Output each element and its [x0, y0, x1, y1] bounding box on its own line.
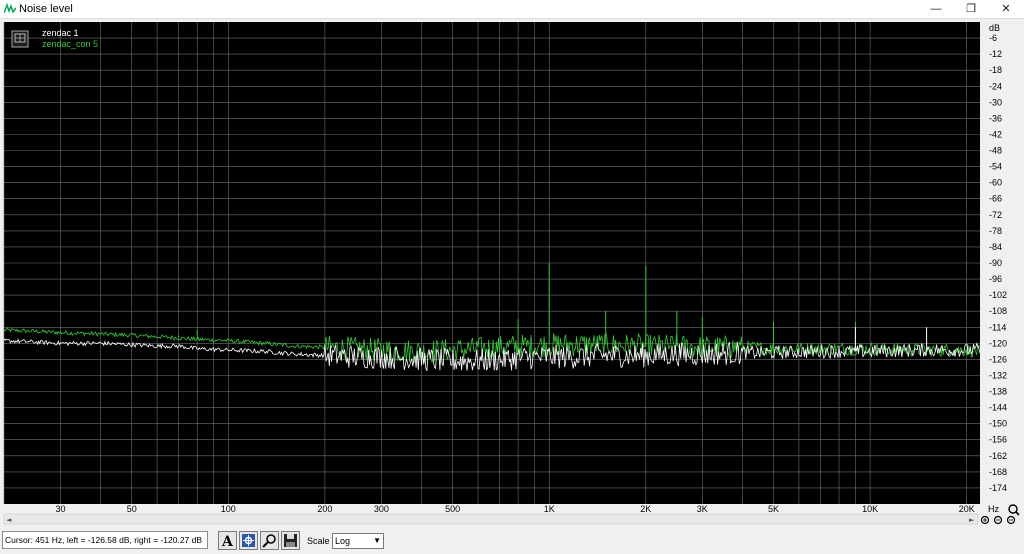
- x-tick-label: 1K: [544, 504, 555, 514]
- y-tick-label: -162: [989, 451, 1007, 461]
- y-tick-label: -102: [989, 290, 1007, 300]
- scale-value: Log: [335, 536, 351, 546]
- noise-spectrum-chart[interactable]: -6 -12 -18 -24 -30 -36 -42 -48 -54 -60 -66 -72 -78 -8…: [0, 19, 1024, 529]
- y-tick-label: -12: [989, 49, 1002, 59]
- y-tick-label: -132: [989, 371, 1007, 381]
- x-unit-label: Hz: [988, 504, 999, 514]
- svg-text:A: A: [221, 534, 234, 549]
- title-bar[interactable]: Noise level — ❐ ✕: [0, 0, 1024, 19]
- legend-entry-left: zendac 1: [42, 28, 79, 38]
- y-tick-label: -150: [989, 419, 1007, 429]
- x-tick-label: 3K: [697, 504, 708, 514]
- y-tick-label: -120: [989, 338, 1007, 348]
- y-tick-label: -114: [989, 322, 1006, 332]
- horizontal-scrollbar[interactable]: ◄ ►: [3, 513, 979, 525]
- minimize-button[interactable]: —: [920, 0, 952, 19]
- chevron-down-icon: ▼: [373, 536, 381, 545]
- x-tick-label: 5K: [768, 504, 779, 514]
- y-tick-label: -24: [989, 81, 1002, 91]
- svg-text:◄: ◄: [6, 516, 12, 524]
- y-tick-label: -72: [989, 210, 1002, 220]
- cursor-readout: Cursor: 451 Hz, left = -126.58 dB, right…: [2, 531, 208, 549]
- y-tick-label: -144: [989, 403, 1007, 413]
- maximize-button[interactable]: ❐: [955, 0, 987, 19]
- y-tick-label: -6: [989, 33, 997, 43]
- font-button[interactable]: A: [218, 531, 237, 550]
- y-tick-label: -66: [989, 194, 1002, 204]
- y-tick-label: -36: [989, 113, 1002, 123]
- y-tick-label: -126: [989, 354, 1007, 364]
- y-tick-label: -84: [989, 242, 1002, 252]
- x-tick-label: 100: [221, 504, 236, 514]
- y-tick-label: -54: [989, 162, 1002, 172]
- x-tick-label: 200: [317, 504, 332, 514]
- y-tick-label: -60: [989, 178, 1002, 188]
- y-tick-label: -48: [989, 146, 1002, 156]
- scale-label: Scale: [307, 536, 330, 546]
- y-tick-label: -78: [989, 226, 1002, 236]
- y-tick-label: -168: [989, 467, 1007, 477]
- settings-icon: [242, 534, 255, 547]
- x-tick-label: 300: [374, 504, 389, 514]
- x-tick-label: 2K: [640, 504, 651, 514]
- status-bar: Cursor: 451 Hz, left = -126.58 dB, right…: [0, 529, 1024, 554]
- svg-text:►: ►: [969, 516, 975, 524]
- save-button[interactable]: [281, 531, 300, 550]
- save-icon: [284, 534, 297, 547]
- x-tick-label: 500: [445, 504, 460, 514]
- y-unit-label: dB: [989, 23, 1000, 33]
- y-tick-label: -18: [989, 65, 1002, 75]
- zoom-button[interactable]: [260, 531, 279, 550]
- y-tick-label: -96: [989, 274, 1002, 284]
- settings-button[interactable]: [239, 531, 258, 550]
- y-tick-label: -108: [989, 306, 1007, 316]
- x-tick-label: 10K: [862, 504, 878, 514]
- y-tick-label: -174: [989, 483, 1007, 493]
- legend-entry-right: zendac_con 5: [42, 39, 98, 49]
- noise-level-window: Noise level — ❐ ✕ -6 -12 -18 -24 -30 -36 -42 -4…: [0, 0, 1024, 554]
- app-icon: [4, 3, 16, 15]
- zoom-icon: [262, 534, 276, 548]
- close-button[interactable]: ✕: [990, 0, 1022, 19]
- y-tick-label: -30: [989, 97, 1002, 107]
- y-tick-label: -156: [989, 435, 1007, 445]
- legend-icon[interactable]: [11, 30, 29, 48]
- x-tick-label: 50: [127, 504, 137, 514]
- y-tick-label: -90: [989, 258, 1002, 268]
- x-tick-label: 30: [55, 504, 65, 514]
- scale-dropdown[interactable]: Log ▼: [332, 533, 384, 549]
- x-tick-label: 20K: [959, 504, 975, 514]
- font-icon: A: [221, 534, 234, 550]
- y-tick-label: -42: [989, 130, 1002, 140]
- window-title: Noise level: [19, 3, 73, 15]
- y-tick-label: -138: [989, 387, 1007, 397]
